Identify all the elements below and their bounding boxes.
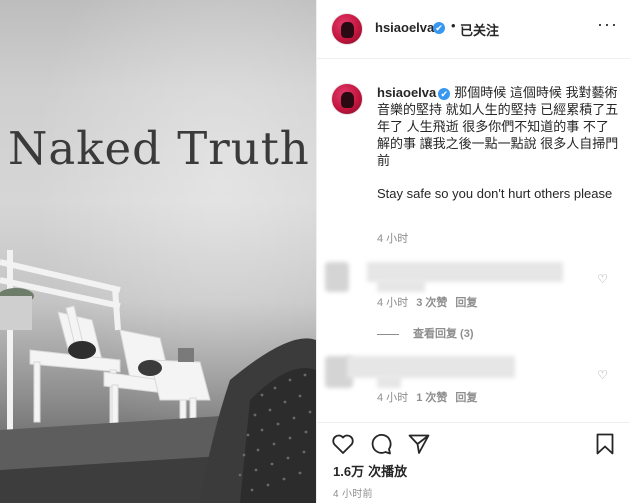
comment-meta: 4 小时 3 次赞 回复 (377, 294, 477, 310)
verified-badge-icon: ✔ (438, 88, 451, 100)
following-button[interactable]: 已关注 (460, 20, 499, 39)
caption-english-text: Stay safe so you don't hurt others pleas… (377, 186, 613, 201)
post-timestamp[interactable]: 4 小时前 (333, 485, 373, 500)
post-header: hsiaoelva ✔ • 已关注 ··· (317, 0, 630, 59)
comment-time[interactable]: 4 小时 (377, 297, 408, 309)
share-send-icon[interactable] (407, 432, 431, 456)
blurred-comment-text (377, 280, 425, 292)
blurred-avatar[interactable] (325, 262, 349, 292)
lamp (178, 348, 194, 362)
post-media[interactable]: Naked Truth (0, 0, 316, 503)
blurred-comment-text (377, 376, 401, 388)
caption-username[interactable]: hsiaoelva (377, 85, 436, 100)
railing (0, 250, 121, 430)
verified-badge-icon: ✔ (433, 22, 445, 34)
save-bookmark-icon[interactable] (593, 432, 617, 456)
comment-bubble-icon[interactable] (369, 432, 393, 456)
reply-button[interactable]: 回复 (455, 297, 477, 309)
blurred-comment-text (367, 262, 563, 282)
plant-pot (0, 288, 34, 330)
more-options-icon[interactable]: ··· (597, 14, 618, 35)
separator-dot: • (451, 18, 456, 33)
comment-like-heart-icon[interactable]: ♡ (597, 272, 608, 286)
view-replies-line (377, 333, 399, 335)
action-bar: 1.6万 次播放 4 小时前 (317, 422, 630, 503)
caption-text-block: hsiaoelva ✔ 那個時候 這個時候 我對藝術音樂的堅持 就如人生的堅持 已經… (377, 84, 621, 169)
author-avatar[interactable] (331, 13, 363, 45)
pillow (68, 341, 96, 359)
caption-timestamp[interactable]: 4 小时 (377, 230, 408, 246)
views-count[interactable]: 1.6万 次播放 (333, 461, 407, 480)
comment-meta: 4 小时 1 次赞 回复 (377, 389, 477, 405)
reply-button[interactable]: 回复 (455, 392, 477, 404)
views-number: 1.6万 (333, 464, 365, 479)
pillow (138, 360, 162, 376)
caption-avatar[interactable] (331, 83, 363, 115)
comment-likes[interactable]: 3 次赞 (416, 297, 447, 309)
comment-likes[interactable]: 1 次赞 (416, 392, 447, 404)
comment-like-heart-icon[interactable]: ♡ (597, 368, 608, 382)
view-replies-label: 查看回复 (3) (413, 328, 474, 340)
blurred-comment-text (347, 356, 515, 378)
view-replies-button[interactable]: 查看回复 (3) (377, 325, 474, 341)
like-heart-icon[interactable] (331, 432, 355, 456)
author-username[interactable]: hsiaoelva (375, 20, 434, 35)
video-overlay-title: Naked Truth (8, 122, 310, 175)
comment-time[interactable]: 4 小时 (377, 392, 408, 404)
post-side-panel: hsiaoelva ✔ • 已关注 ··· hsiaoelva ✔ 那個時候 這個時… (316, 0, 630, 503)
views-label: 次播放 (368, 464, 408, 479)
media-scene (0, 250, 316, 503)
